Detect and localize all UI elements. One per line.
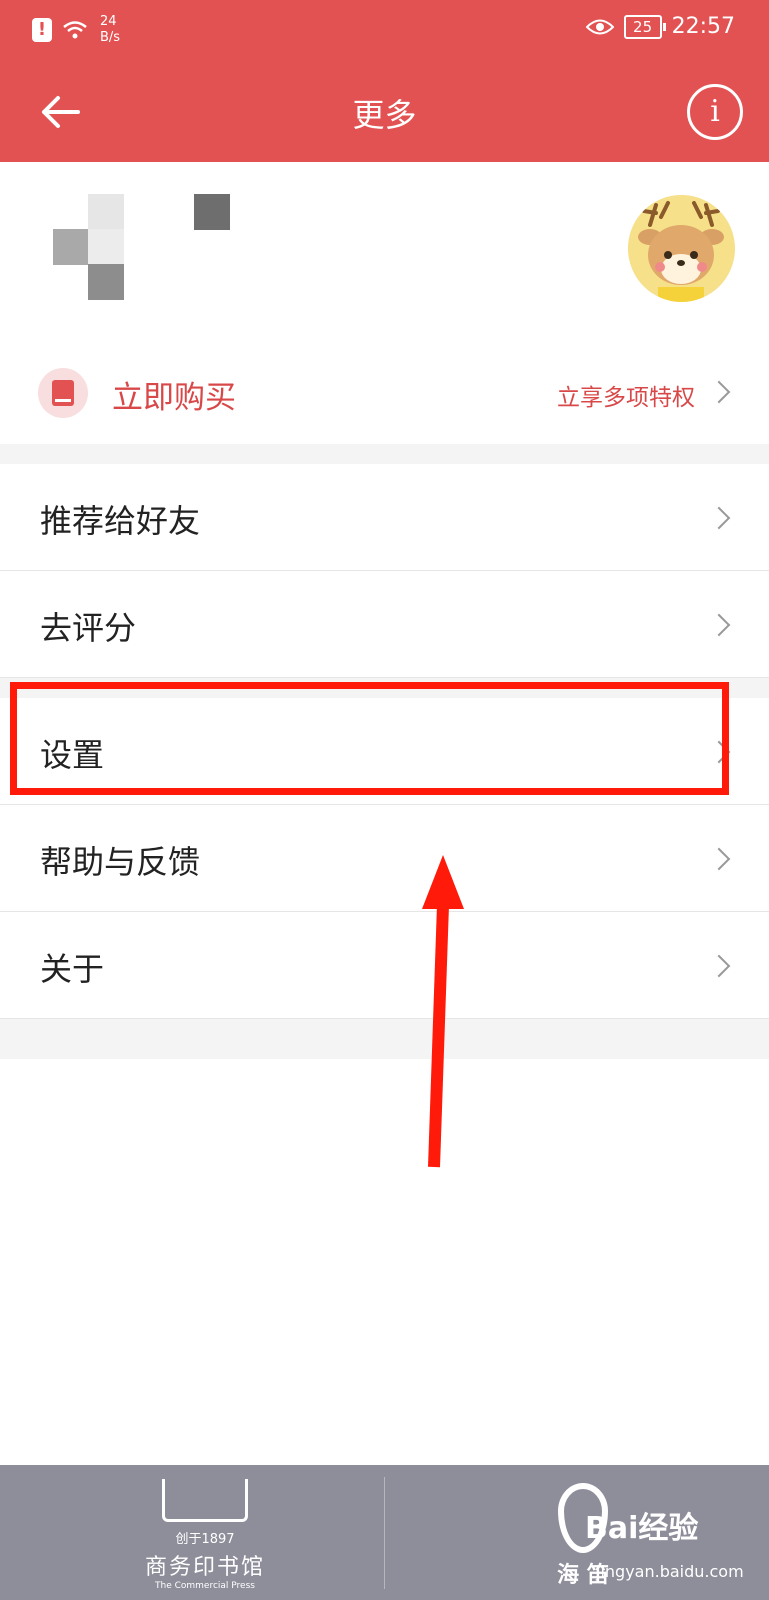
menu-item-label: 推荐给好友 (40, 502, 201, 540)
net-speed-value: 24 (100, 14, 117, 29)
net-speed: 24 B/s (100, 14, 120, 46)
status-right: 25 22:57 (585, 14, 735, 39)
chevron-right-icon (707, 954, 731, 978)
footer-left-en: The Commercial Press (155, 1581, 255, 1591)
chevron-right-icon (707, 613, 731, 637)
chevron-right-icon (707, 506, 731, 530)
status-left: ! 24 B/s (32, 14, 120, 46)
app-toolbar: 更多 i (0, 62, 769, 162)
mosaic-block (88, 264, 124, 300)
section-gap (0, 1019, 769, 1059)
footer-year: 创于1897 (175, 1532, 235, 1547)
wifi-icon (63, 21, 87, 39)
eye-icon (585, 19, 614, 34)
open-book-icon (162, 1479, 248, 1522)
mosaic-block (88, 229, 124, 265)
status-bar: ! 24 B/s 25 22:57 (0, 0, 769, 62)
buy-now-row[interactable]: 立即购买 立享多项特权 (0, 342, 769, 444)
section-gap (0, 444, 769, 464)
watermark-url: jingyan.baidu.com (596, 1562, 744, 1581)
watermark: Bai经验 (585, 1511, 699, 1546)
mosaic-block (194, 194, 230, 230)
info-icon[interactable]: i (687, 84, 743, 140)
chevron-right-icon (707, 847, 731, 871)
menu-item-label: 关于 (40, 950, 105, 988)
footer-left-name: 商务印书馆 (144, 1555, 265, 1580)
menu-item-label: 帮助与反馈 (40, 843, 201, 881)
menu-item-label: 去评分 (40, 609, 137, 647)
page-title: 更多 (352, 96, 417, 134)
avatar[interactable] (628, 195, 735, 302)
mosaic-block (88, 194, 124, 230)
chevron-right-icon (707, 380, 731, 404)
buy-now-label: 立即购买 (112, 380, 236, 416)
deer-avatar-icon (628, 195, 734, 302)
battery-icon: 25 (623, 14, 666, 39)
alert-icon: ! (32, 18, 52, 42)
net-speed-unit: B/s (100, 30, 121, 45)
menu-item-recommend[interactable]: 推荐给好友 (0, 464, 769, 571)
privileges-label: 立享多项特权 (557, 385, 695, 411)
highlight-box (10, 682, 729, 795)
menu-item-help-feedback[interactable]: 帮助与反馈 (0, 805, 769, 912)
commercial-press-logo: 创于1897 商务印书馆 The Commercial Press (140, 1479, 270, 1591)
book-icon (38, 368, 88, 418)
menu-item-about[interactable]: 关于 (0, 912, 769, 1019)
menu-item-rate[interactable]: 去评分 (0, 571, 769, 678)
annotation-arrow-icon (422, 855, 464, 1168)
mosaic-block (53, 229, 89, 265)
footer-divider (384, 1477, 385, 1589)
clock: 22:57 (671, 14, 735, 39)
